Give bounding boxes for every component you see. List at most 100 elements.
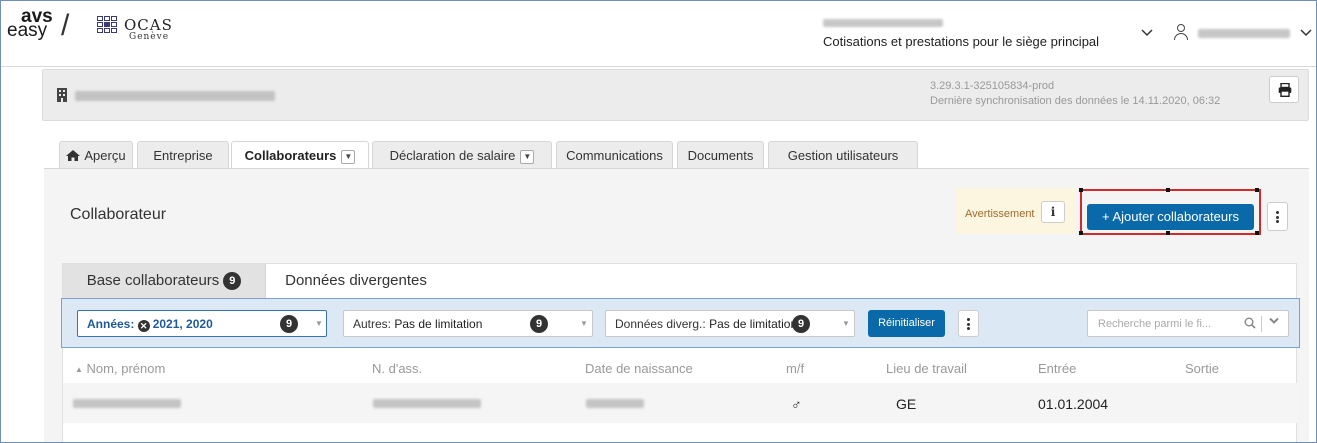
column-mf[interactable]: m/f: [786, 361, 804, 376]
warning-box: Avertissement i: [956, 188, 1076, 234]
tab-collaborateurs-label: Collaborateurs: [244, 148, 337, 163]
company-title-redacted: [75, 91, 275, 101]
search-icon[interactable]: [1244, 317, 1256, 332]
tab-entreprise-label: Entreprise: [153, 148, 213, 163]
filter-bar: Années: ✕ 2021, 2020 9 ▼ Autres: Pas de l…: [61, 298, 1300, 348]
tab-communications[interactable]: Communications: [556, 141, 673, 168]
selection-handle: [1166, 231, 1170, 235]
column-entree[interactable]: Entrée: [1038, 361, 1076, 376]
years-filter-value: 2021, 2020: [152, 317, 213, 331]
company-selector[interactable]: Cotisations et prestations pour le siège…: [823, 15, 1163, 49]
gender-icon: ♂: [791, 396, 802, 412]
table-header: ▲ Nom, prénom N. d'ass. Date de naissanc…: [63, 351, 1298, 383]
advanced-search-chevron-icon[interactable]: [1269, 317, 1279, 328]
company-chevron-down-icon[interactable]: [1141, 25, 1153, 40]
selection-handle: [1255, 188, 1259, 192]
search-box: [1087, 310, 1289, 337]
divergent-filter-value: Pas de limitation: [709, 317, 798, 331]
building-icon: [57, 88, 67, 102]
tab-declaration-caret-icon[interactable]: ▼: [520, 149, 535, 164]
more-options-button[interactable]: [1267, 202, 1288, 231]
others-count-badge: 9: [530, 315, 548, 333]
warning-label: Avertissement: [965, 208, 1035, 220]
top-header: avs easy / OCAS Genève Cotisations et pr…: [1, 1, 1316, 67]
tab-collaborateurs-caret-icon[interactable]: ▼: [341, 149, 356, 164]
selection-handle: [1079, 188, 1083, 192]
company-name-redacted: [823, 19, 943, 27]
reset-button[interactable]: Réinitialiser: [868, 310, 945, 337]
count-badge: 9: [223, 272, 242, 291]
info-icon[interactable]: i: [1041, 201, 1065, 223]
avs-easy-logo[interactable]: avs easy: [7, 7, 53, 41]
workplace-cell: GE: [896, 396, 917, 412]
column-n-ass[interactable]: N. d'ass.: [372, 361, 422, 376]
selection-handle: [1255, 231, 1259, 235]
version-number: 3.29.3.1-325105834-prod: [930, 80, 1055, 92]
search-input[interactable]: [1098, 315, 1233, 333]
subtab-donnees-divergentes[interactable]: Données divergentes: [271, 264, 441, 298]
print-button[interactable]: [1269, 76, 1299, 103]
tab-documents-label: Documents: [687, 148, 754, 163]
others-filter-label: Autres:: [353, 317, 392, 331]
add-button-highlight: + Ajouter collaborateurs: [1079, 188, 1261, 235]
tab-gestion-utilisateurs[interactable]: Gestion utilisateurs: [768, 141, 918, 168]
tab-entreprise[interactable]: Entreprise: [137, 141, 229, 168]
vertical-dots-icon: [967, 318, 970, 330]
subtab-divergent-label: Données divergentes: [285, 272, 427, 289]
caret-down-icon: ▼: [842, 319, 850, 328]
column-lieu-travail[interactable]: Lieu de travail: [886, 361, 967, 376]
tab-collaborateurs[interactable]: Collaborateurs ▼: [231, 141, 369, 169]
printer-icon: [1278, 83, 1292, 97]
sort-asc-icon: ▲: [75, 365, 83, 374]
collaborators-card: Collaborateur Avertissement i + Ajouter …: [44, 168, 1309, 442]
sync-timestamp: Dernière synchronisation des données le …: [930, 95, 1221, 107]
tab-apercu-label: Aperçu: [84, 148, 126, 163]
years-filter-label: Années:: [87, 317, 135, 331]
brand-easy: easy: [7, 20, 48, 41]
filter-options-button[interactable]: [958, 310, 979, 337]
clear-filter-icon[interactable]: ✕: [137, 320, 150, 332]
user-chevron-down-icon[interactable]: [1300, 25, 1312, 40]
tab-declaration-label: Déclaration de salaire: [389, 148, 516, 163]
column-nom-prenom[interactable]: ▲ Nom, prénom: [75, 361, 165, 376]
vertical-dots-icon: [1276, 211, 1279, 223]
column-date-naissance[interactable]: Date de naissance: [585, 361, 693, 376]
selection-handle: [1166, 188, 1170, 192]
insurance-number-redacted: [373, 399, 481, 408]
username-redacted[interactable]: [1198, 29, 1290, 38]
tab-gestion-label: Gestion utilisateurs: [787, 148, 899, 163]
years-filter[interactable]: Années: ✕ 2021, 2020 9 ▼: [77, 310, 327, 337]
ocas-building-icon: [97, 16, 121, 38]
selection-handle: [1079, 231, 1083, 235]
ocas-subtitle: Genève: [129, 32, 170, 42]
tabs-underline: [44, 168, 1309, 169]
entry-date-cell: 01.01.2004: [1038, 396, 1109, 412]
caret-down-icon: ▼: [315, 319, 323, 328]
column-sortie[interactable]: Sortie: [1185, 361, 1219, 376]
user-icon[interactable]: [1174, 24, 1188, 40]
divergent-filter-label: Données diverg.:: [615, 317, 706, 331]
divergent-count-badge: 9: [792, 315, 810, 333]
years-count-badge: 9: [280, 315, 298, 333]
table-row[interactable]: ♂ GE 01.01.2004: [63, 383, 1298, 423]
tab-apercu[interactable]: Aperçu: [59, 141, 133, 168]
home-icon: [66, 150, 81, 161]
others-filter[interactable]: Autres: Pas de limitation 9 ▼: [343, 310, 593, 337]
divergent-filter[interactable]: Données diverg.: Pas de limitation 9 ▼: [605, 310, 855, 337]
version-info: 3.29.3.1-325105834-prod Dernière synchro…: [930, 79, 1220, 109]
search-divider: [1261, 316, 1262, 332]
brand-separator: /: [61, 9, 70, 42]
tab-documents[interactable]: Documents: [677, 141, 764, 168]
subtab-base-collaborateurs[interactable]: Base collaborateurs 9: [63, 264, 266, 298]
caret-down-icon: ▼: [580, 319, 588, 328]
tab-declaration-salaire[interactable]: Déclaration de salaire ▼: [372, 141, 552, 168]
ocas-logo: OCAS Genève: [93, 10, 203, 42]
subtab-base-label: Base collaborateurs: [86, 272, 220, 289]
name-redacted: [73, 399, 181, 408]
page-title: Collaborateur: [70, 206, 167, 223]
birthdate-redacted: [586, 399, 644, 408]
add-collaborators-button[interactable]: + Ajouter collaborateurs: [1087, 204, 1254, 230]
app-window: avs easy / OCAS Genève Cotisations et pr…: [0, 0, 1317, 443]
tab-communications-label: Communications: [566, 148, 663, 163]
company-subtitle: Cotisations et prestations pour le siège…: [823, 34, 1100, 49]
